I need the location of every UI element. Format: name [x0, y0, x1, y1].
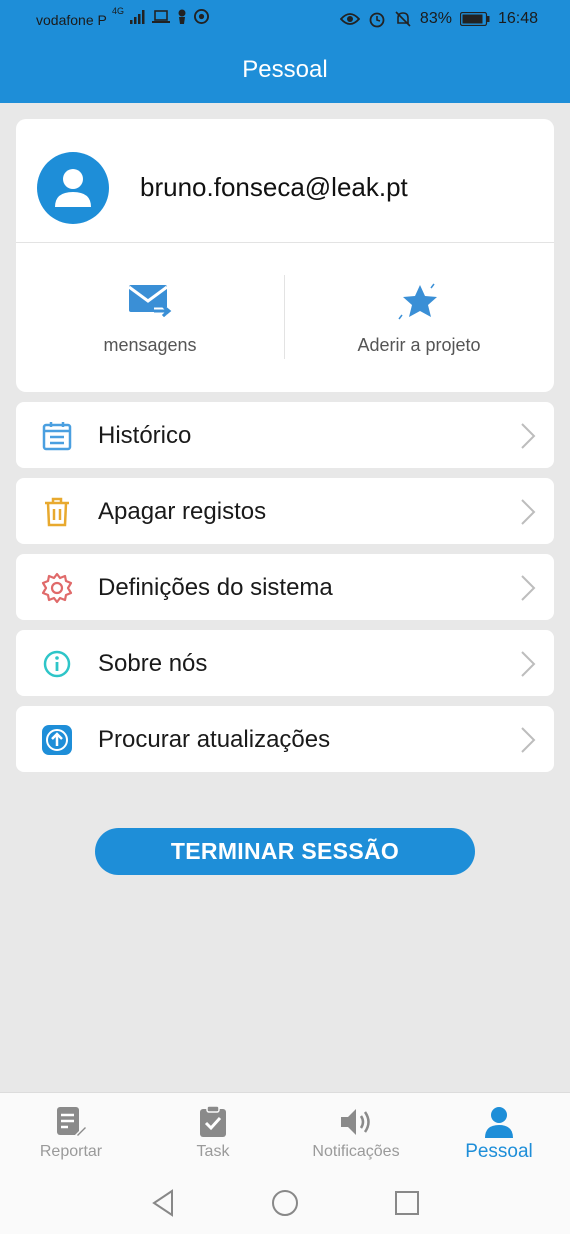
report-icon — [57, 1107, 88, 1139]
alarm-icon — [369, 12, 385, 28]
person-icon — [485, 1107, 513, 1138]
chevron-right-icon — [521, 651, 536, 677]
tab-notificacoes[interactable]: Notificações — [285, 1093, 427, 1169]
battery-icon — [459, 12, 490, 26]
speaker-icon — [341, 1109, 370, 1135]
menu-item-label: Histórico — [98, 422, 192, 449]
gear-icon — [41, 572, 73, 604]
menu-item-label: Sobre nós — [98, 650, 208, 677]
menu-item-historico[interactable]: Histórico — [16, 402, 554, 468]
page-title: Pessoal — [242, 56, 328, 83]
profile-card: bruno.fonseca@leak.pt mensagens Aderir a… — [16, 119, 554, 392]
menu-item-atualizacoes[interactable]: Procurar atualizações — [16, 706, 554, 772]
logout-button[interactable]: TERMINAR SESSÃO — [95, 828, 475, 875]
menu-item-label: Procurar atualizações — [98, 726, 331, 753]
tab-label: Task — [196, 1143, 230, 1160]
tab-label: Reportar — [39, 1143, 103, 1160]
tab-pessoal[interactable]: Pessoal — [428, 1093, 570, 1169]
user-icon — [55, 169, 91, 207]
chevron-right-icon — [521, 575, 536, 601]
star-icon — [398, 283, 437, 320]
tab-label: Notificações — [312, 1143, 400, 1160]
status-left-icons: 4G — [112, 5, 210, 24]
mute-bell-icon — [395, 11, 411, 27]
system-nav-bar — [0, 1168, 570, 1234]
messages-label: mensagens — [103, 335, 197, 355]
eye-icon — [339, 13, 360, 25]
avatar[interactable] — [37, 152, 109, 224]
menu-item-label: Definições do sistema — [98, 574, 333, 601]
tab-label: Pessoal — [465, 1141, 533, 1162]
header: vodafone P 4G 83% 16:48 Pessoal — [0, 0, 570, 103]
recents-icon[interactable] — [392, 1188, 422, 1218]
status-right: 83% 16:48 — [339, 10, 538, 28]
status-bar: vodafone P 4G 83% 16:48 — [0, 0, 570, 40]
menu-item-apagar-registos[interactable]: Apagar registos — [16, 478, 554, 544]
back-icon[interactable] — [148, 1188, 178, 1218]
trash-icon — [45, 497, 69, 527]
laptop-icon — [152, 9, 171, 23]
tab-reportar[interactable]: Reportar — [0, 1093, 142, 1169]
update-icon — [42, 725, 72, 755]
keyhole-icon — [178, 9, 186, 24]
info-icon — [43, 650, 71, 678]
task-icon — [200, 1105, 226, 1137]
clock: 16:48 — [497, 10, 538, 27]
join-project-label: Aderir a projeto — [357, 335, 481, 355]
menu-item-label: Apagar registos — [98, 498, 267, 525]
tab-task[interactable]: Task — [142, 1093, 284, 1169]
join-project-button[interactable]: Aderir a projeto — [285, 243, 553, 392]
signal-icon — [130, 9, 145, 24]
carrier-label: vodafone P — [36, 12, 107, 28]
chevron-right-icon — [521, 727, 536, 753]
bottom-nav: Reportar Task Notificações Pessoal — [0, 1092, 570, 1168]
mail-forward-icon — [128, 285, 172, 318]
app-root: vodafone P 4G 83% 16:48 Pessoal bruno.fo… — [0, 0, 570, 1234]
calendar-icon — [42, 422, 72, 451]
network-icon: 4G — [112, 5, 125, 16]
chrome-icon — [194, 9, 210, 24]
chevron-right-icon — [521, 499, 536, 525]
user-email: bruno.fonseca@leak.pt — [140, 172, 408, 202]
messages-button[interactable]: mensagens — [16, 243, 284, 392]
chevron-right-icon — [521, 423, 536, 449]
home-icon[interactable] — [270, 1188, 300, 1218]
menu-item-sobre-nos[interactable]: Sobre nós — [16, 630, 554, 696]
battery-percent: 83% — [419, 10, 452, 27]
menu-item-definicoes[interactable]: Definições do sistema — [16, 554, 554, 620]
